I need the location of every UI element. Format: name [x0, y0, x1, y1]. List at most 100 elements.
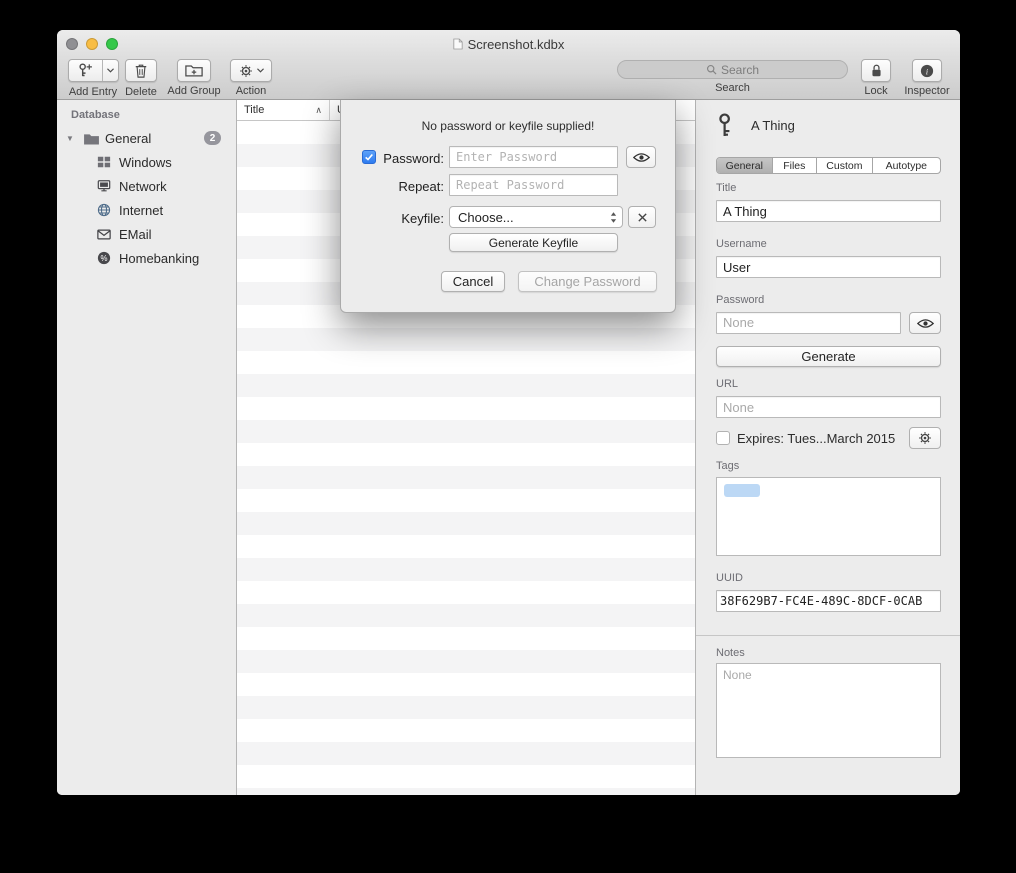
sidebar-item-label: EMail: [119, 227, 152, 242]
sort-ascending-icon: ∧: [315, 105, 322, 116]
chevron-down-icon[interactable]: [102, 60, 118, 81]
keyfile-popup[interactable]: Choose...: [449, 206, 623, 228]
count-badge: 2: [204, 131, 221, 145]
email-icon: [97, 229, 111, 240]
change-password-sheet: No password or keyfile supplied! Passwor…: [340, 100, 676, 313]
change-password-button[interactable]: Change Password: [518, 271, 657, 292]
expires-checkbox[interactable]: [716, 431, 730, 445]
info-icon: i: [920, 64, 934, 78]
clear-keyfile-button[interactable]: [628, 206, 656, 228]
keyfile-label: Keyfile:: [341, 211, 444, 226]
eye-icon: [917, 318, 934, 329]
sidebar-item-general[interactable]: ▼ General 2: [57, 126, 236, 150]
password-input[interactable]: [449, 146, 618, 168]
folder-icon: [83, 132, 100, 145]
add-entry-group: Add Entry: [65, 59, 121, 98]
desktop-background: Screenshot.kdbx Add Entry: [0, 0, 1016, 873]
lock-icon: [870, 63, 883, 78]
inspector-group: i Inspector: [897, 59, 957, 97]
generate-password-button[interactable]: Generate: [716, 346, 941, 367]
delete-label: Delete: [121, 86, 161, 98]
sheet-message: No password or keyfile supplied!: [341, 119, 675, 133]
username-input[interactable]: [716, 256, 941, 278]
url-field-label: URL: [716, 378, 738, 390]
sidebar-item-label: General: [105, 131, 151, 146]
tags-field-label: Tags: [716, 460, 739, 472]
group-sidebar: Database ▼ General 2 Windows Networ: [57, 100, 237, 795]
add-group-group: Add Group: [164, 59, 224, 97]
password-label: Password:: [341, 151, 444, 166]
generate-keyfile-button[interactable]: Generate Keyfile: [449, 233, 618, 252]
password-field-label: Password: [716, 294, 764, 306]
sidebar-item-windows[interactable]: Windows: [57, 150, 236, 174]
expires-label: Expires: Tues...March 2015: [737, 431, 895, 446]
svg-text:%: %: [101, 254, 108, 263]
trash-icon: [134, 63, 148, 79]
add-entry-label: Add Entry: [65, 86, 121, 98]
sidebar-item-label: Homebanking: [119, 251, 199, 266]
tab-files[interactable]: Files: [773, 158, 818, 173]
sidebar-item-homebanking[interactable]: % Homebanking: [57, 246, 236, 270]
entry-header: A Thing: [716, 112, 795, 139]
cancel-button[interactable]: Cancel: [441, 271, 505, 292]
sidebar-item-network[interactable]: Network: [57, 174, 236, 198]
reveal-entry-password-button[interactable]: [909, 312, 941, 334]
keyfile-popup-value: Choose...: [458, 210, 514, 225]
uuid-field-label: UUID: [716, 572, 743, 584]
add-group-button[interactable]: [177, 59, 211, 82]
folder-plus-icon: [185, 63, 203, 78]
repeat-label: Repeat:: [341, 179, 444, 194]
entry-title: A Thing: [751, 118, 795, 133]
sidebar-item-internet[interactable]: Internet: [57, 198, 236, 222]
tag-chip[interactable]: [724, 484, 760, 497]
sidebar-item-label: Internet: [119, 203, 163, 218]
url-input[interactable]: [716, 396, 941, 418]
inspector-tabs: General Files Custom Autotype: [716, 157, 941, 174]
lock-group: Lock: [857, 59, 895, 97]
percent-icon: %: [97, 251, 111, 265]
reveal-password-button[interactable]: [626, 146, 656, 168]
tags-input[interactable]: [716, 477, 941, 556]
close-x-icon: [637, 212, 648, 223]
inspector-label: Inspector: [897, 85, 957, 97]
repeat-password-input[interactable]: [449, 174, 618, 196]
window-chrome: Screenshot.kdbx Add Entry: [57, 30, 960, 100]
network-icon: [97, 179, 111, 193]
lock-button[interactable]: [861, 59, 891, 82]
sidebar-item-label: Windows: [119, 155, 172, 170]
app-window: Screenshot.kdbx Add Entry: [57, 30, 960, 795]
uuid-input[interactable]: [716, 590, 941, 612]
chevron-down-icon: [257, 68, 264, 73]
title-field-label: Title: [716, 182, 736, 194]
search-icon: [706, 64, 717, 75]
tab-autotype[interactable]: Autotype: [873, 158, 940, 173]
lock-label: Lock: [857, 85, 895, 97]
title-input[interactable]: [716, 200, 941, 222]
sidebar-item-email[interactable]: EMail: [57, 222, 236, 246]
notes-field-label: Notes: [716, 647, 745, 659]
column-header-title[interactable]: Title ∧: [237, 100, 330, 120]
action-button[interactable]: [230, 59, 272, 82]
sidebar-section-header: Database: [71, 109, 120, 121]
inspector-divider: [696, 635, 960, 636]
notes-input[interactable]: [716, 663, 941, 758]
key-icon: [716, 112, 739, 139]
entry-password-input[interactable]: [716, 312, 901, 334]
titlebar: Screenshot.kdbx: [57, 35, 960, 53]
search-label: Search: [617, 82, 848, 94]
tab-general[interactable]: General: [717, 158, 773, 173]
eye-icon: [633, 152, 650, 163]
column-title-label: Title: [244, 104, 264, 116]
disclosure-triangle-icon[interactable]: ▼: [66, 134, 74, 143]
tab-custom[interactable]: Custom: [817, 158, 873, 173]
globe-icon: [97, 203, 111, 217]
windows-icon: [97, 155, 111, 169]
inspector-button[interactable]: i: [912, 59, 942, 82]
expires-options-button[interactable]: [909, 427, 941, 449]
delete-button[interactable]: [125, 59, 157, 82]
gear-icon: [918, 431, 932, 445]
search-input[interactable]: Search: [617, 60, 848, 79]
add-entry-button[interactable]: [68, 59, 119, 82]
username-field-label: Username: [716, 238, 767, 250]
action-group: Action: [229, 59, 273, 97]
